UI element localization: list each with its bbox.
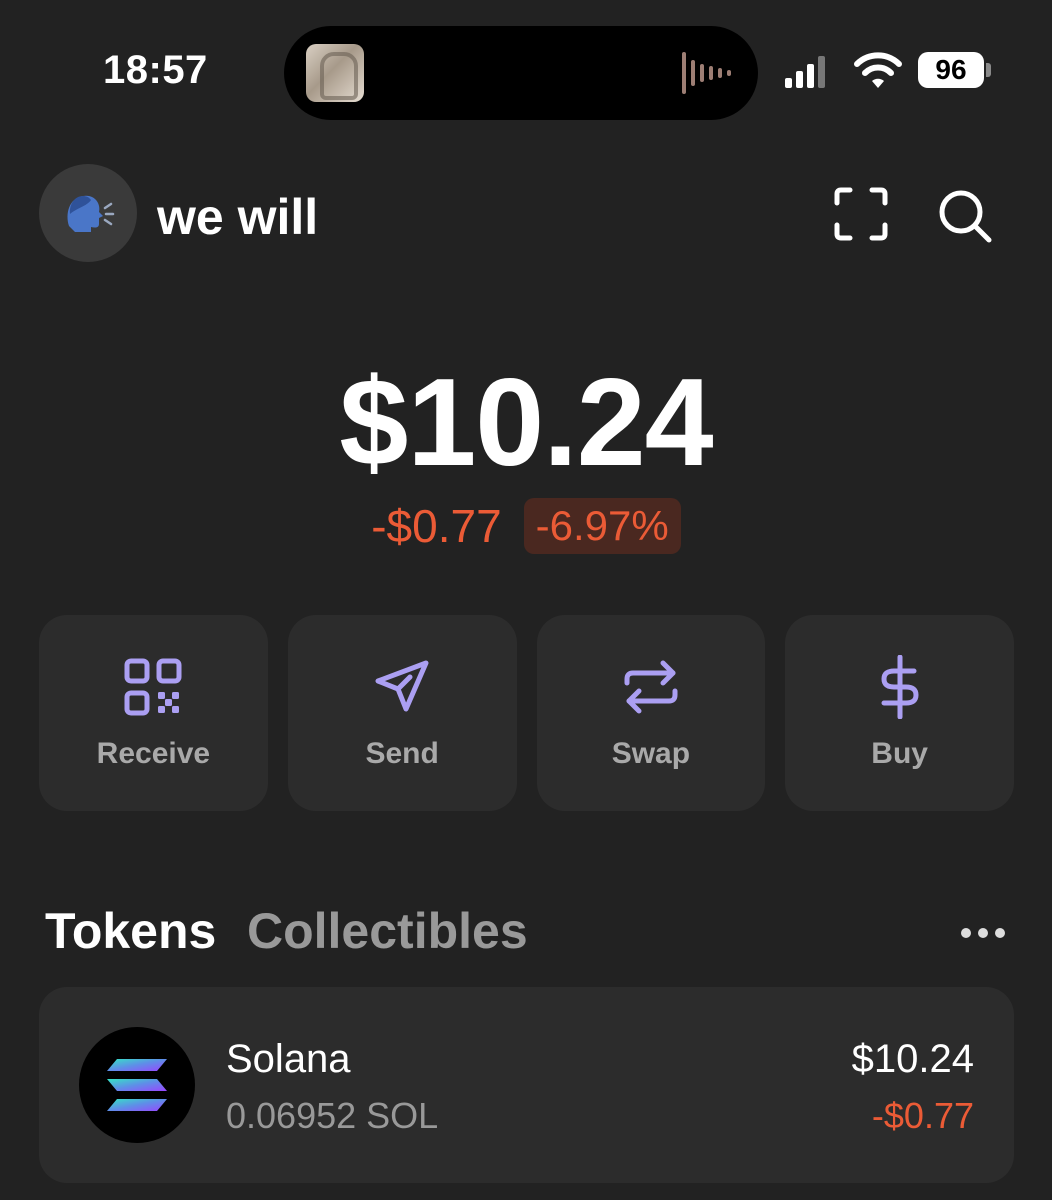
status-time: 18:57 xyxy=(103,48,208,92)
speaking-head-icon xyxy=(67,195,115,232)
qr-code-icon xyxy=(124,658,182,716)
token-amount: 0.06952 SOL xyxy=(226,1095,439,1136)
dynamic-island[interactable] xyxy=(284,26,758,120)
balance-change: -$0.77 -6.97% xyxy=(0,498,1052,554)
send-button[interactable]: Send xyxy=(287,615,517,811)
change-amount: -$0.77 xyxy=(371,500,502,552)
token-change: -$0.77 xyxy=(871,1095,974,1136)
action-buttons: Receive Send Swap Buy xyxy=(39,615,1014,811)
swap-button[interactable]: Swap xyxy=(536,615,766,811)
token-row-solana[interactable]: Solana 0.06952 SOL $10.24 -$0.77 xyxy=(39,987,1014,1183)
dollar-icon xyxy=(881,655,919,719)
receive-label: Receive xyxy=(96,737,211,770)
buy-label: Buy xyxy=(871,737,928,770)
send-label: Send xyxy=(365,737,439,770)
total-balance: $10.24 xyxy=(339,354,713,492)
now-playing-artwork xyxy=(306,44,364,102)
audio-waveform-icon xyxy=(682,52,731,94)
account-name[interactable]: we will xyxy=(157,188,318,246)
buy-button[interactable]: Buy xyxy=(785,615,1014,811)
swap-label: Swap xyxy=(611,737,691,770)
send-icon xyxy=(375,660,429,712)
wallet-home-screen: 18:57 96 we will $10.24 -$0.77 -6.97% Re… xyxy=(0,0,1052,1200)
solana-logo-icon xyxy=(79,1027,195,1143)
search-icon[interactable] xyxy=(936,187,994,245)
account-avatar[interactable] xyxy=(39,164,137,262)
token-value: $10.24 xyxy=(851,1037,974,1081)
tab-collectibles[interactable]: Collectibles xyxy=(247,902,528,960)
battery-cap xyxy=(986,63,991,77)
battery-level: 96 xyxy=(918,52,984,88)
tab-tokens[interactable]: Tokens xyxy=(45,902,216,960)
cellular-signal-icon xyxy=(785,56,825,88)
wifi-icon xyxy=(854,52,902,88)
change-percent-badge: -6.97% xyxy=(523,498,681,554)
scan-frame-icon[interactable] xyxy=(834,187,888,241)
swap-icon xyxy=(624,660,678,714)
token-name: Solana xyxy=(226,1037,351,1081)
more-options-icon[interactable] xyxy=(958,924,1008,942)
receive-button[interactable]: Receive xyxy=(39,615,268,811)
battery-indicator: 96 xyxy=(918,52,991,88)
